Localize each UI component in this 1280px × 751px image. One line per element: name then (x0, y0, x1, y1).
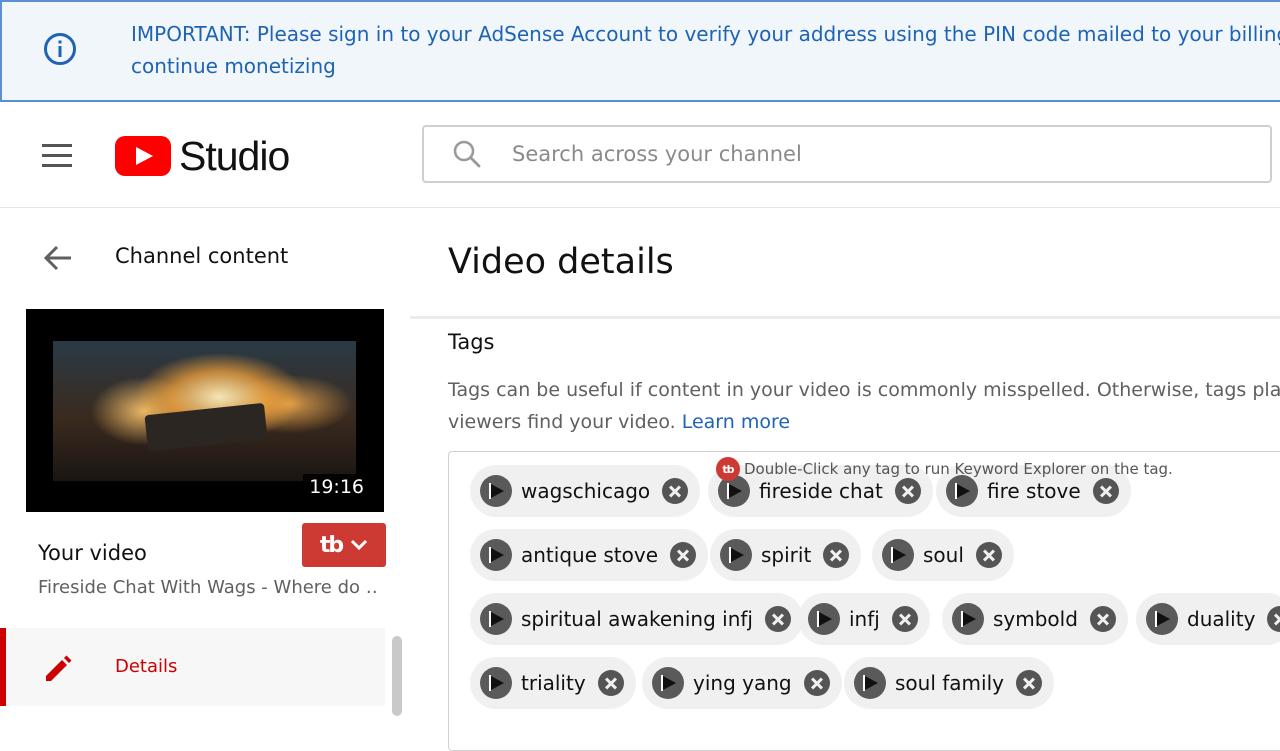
tag-chip[interactable]: soul family (844, 657, 1054, 709)
youtube-play-icon (115, 136, 171, 176)
search-box[interactable] (422, 125, 1272, 183)
close-icon[interactable] (1267, 606, 1280, 632)
close-icon[interactable] (1015, 670, 1042, 696)
tag-chip[interactable]: ying yang (642, 657, 842, 709)
tags-description-text: viewers find your video. (448, 411, 682, 433)
keyword-flag-icon (652, 667, 684, 699)
tubebuddy-icon: tb (319, 532, 344, 558)
logo-text: Studio (179, 133, 290, 179)
keyword-flag-icon (480, 539, 512, 571)
back-arrow-icon[interactable] (42, 244, 74, 272)
close-icon[interactable] (891, 606, 918, 632)
tag-chip[interactable]: duality (1136, 593, 1280, 645)
tag-label: triality (521, 671, 586, 695)
channel-content-link[interactable]: Channel content (115, 244, 288, 268)
app-header: Studio (0, 102, 1280, 208)
tags-section-title: Tags (448, 330, 495, 354)
keyword-flag-icon (854, 667, 886, 699)
keyword-flag-icon (808, 603, 840, 635)
pencil-icon (46, 655, 72, 681)
tag-label: infj (849, 607, 880, 631)
close-icon[interactable] (670, 542, 697, 568)
tag-label: soul (923, 543, 964, 567)
close-icon[interactable] (1089, 606, 1116, 632)
tubebuddy-icon: tb (716, 457, 740, 481)
tag-label: fireside chat (759, 479, 883, 503)
tubebuddy-hint-text: Double-Click any tag to run Keyword Expl… (744, 460, 1173, 478)
tag-chip[interactable]: soul (872, 529, 1014, 581)
banner-message: IMPORTANT: Please sign in to your AdSens… (131, 18, 1280, 82)
sidebar: Channel content 19:16 tb Your video Fire… (0, 208, 410, 720)
keyword-flag-icon (1146, 603, 1178, 635)
sidebar-item-details[interactable]: Details (0, 628, 385, 706)
video-thumbnail[interactable]: 19:16 (26, 309, 384, 512)
divider (410, 316, 1280, 319)
search-input[interactable] (512, 137, 1252, 171)
video-duration: 19:16 (303, 474, 370, 500)
tubebuddy-menu-button[interactable]: tb (302, 523, 386, 567)
sidebar-item-label: Details (115, 656, 178, 677)
close-icon[interactable] (823, 542, 850, 568)
tag-chip[interactable]: wagschicago (470, 465, 701, 517)
tag-chip[interactable]: antique stove (470, 529, 709, 581)
close-icon[interactable] (894, 478, 921, 504)
tag-label: symbold (993, 607, 1078, 631)
tag-label: spirit (761, 543, 812, 567)
info-icon (44, 33, 76, 65)
search-icon (453, 140, 481, 168)
tag-label: wagschicago (521, 479, 651, 503)
close-icon[interactable] (597, 670, 624, 696)
tag-chip[interactable]: infj (798, 593, 930, 645)
banner-message-line2: continue monetizing (131, 54, 336, 78)
keyword-flag-icon (720, 539, 752, 571)
tag-label: fire stove (987, 479, 1081, 503)
your-video-label: Your video (38, 541, 147, 565)
tag-label: duality (1187, 607, 1256, 631)
chevron-down-icon (351, 539, 368, 551)
close-icon[interactable] (1092, 478, 1119, 504)
keyword-flag-icon (480, 603, 512, 635)
keyword-flag-icon (882, 539, 914, 571)
adsense-banner: IMPORTANT: Please sign in to your AdSens… (0, 0, 1280, 102)
close-icon[interactable] (662, 478, 689, 504)
tags-description-line1: Tags can be useful if content in your vi… (448, 379, 1280, 401)
keyword-flag-icon (952, 603, 984, 635)
tag-label: ying yang (693, 671, 792, 695)
close-icon[interactable] (975, 542, 1002, 568)
tag-chip[interactable]: spirit (710, 529, 862, 581)
tag-chip[interactable]: symbold (942, 593, 1128, 645)
video-title: Fireside Chat With Wags - Where do … (38, 577, 378, 598)
main-content: Video details Tags Tags can be useful if… (410, 208, 1280, 751)
close-icon[interactable] (803, 670, 830, 696)
youtube-studio-logo[interactable]: Studio (115, 133, 290, 179)
tags-description: Tags can be useful if content in your vi… (448, 374, 1280, 438)
tag-label: antique stove (521, 543, 659, 567)
close-icon[interactable] (764, 606, 791, 632)
tag-label: spiritual awakening infj (521, 607, 753, 631)
active-indicator (0, 628, 6, 706)
tag-chip[interactable]: spiritual awakening infj (470, 593, 803, 645)
tag-label: soul family (895, 671, 1004, 695)
tags-description-line2: viewers find your video. Learn more (448, 406, 1280, 438)
sidebar-scrollbar[interactable] (392, 636, 402, 716)
keyword-flag-icon (480, 475, 512, 507)
banner-message-line1: IMPORTANT: Please sign in to your AdSens… (131, 22, 1280, 46)
learn-more-link[interactable]: Learn more (682, 411, 790, 433)
menu-icon[interactable] (42, 144, 72, 168)
keyword-flag-icon (480, 667, 512, 699)
page-title: Video details (448, 242, 674, 282)
tubebuddy-hint: tb Double-Click any tag to run Keyword E… (716, 457, 1173, 481)
tag-chip[interactable]: triality (470, 657, 636, 709)
